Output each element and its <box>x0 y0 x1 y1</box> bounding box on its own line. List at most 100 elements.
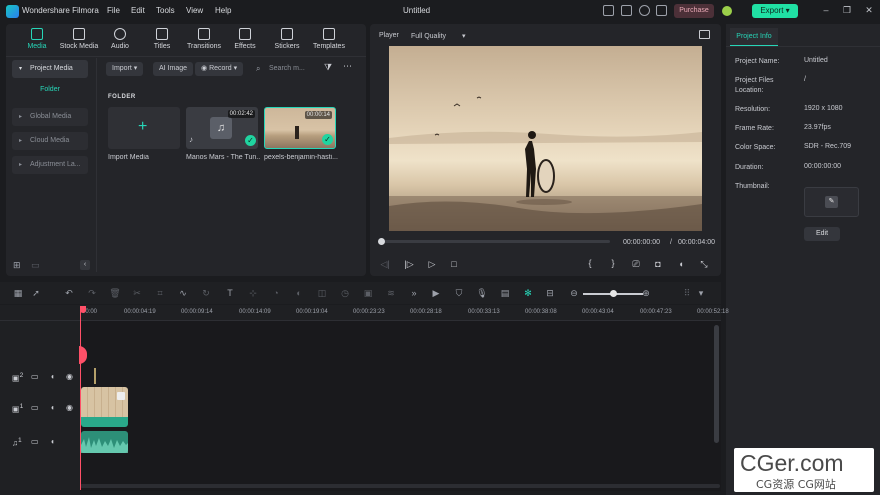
export-button[interactable]: Export ▾ <box>752 4 798 18</box>
media-item-audio[interactable]: ♫ ♪ 00:02:42 ✓ <box>186 107 258 149</box>
ai-image-button[interactable]: AI Image <box>153 62 194 76</box>
sidebar-item-global-media[interactable]: ▸ Global Media <box>12 108 88 126</box>
monitor-icon[interactable] <box>603 5 614 16</box>
timer-icon[interactable]: ◷ <box>339 288 351 299</box>
tab-effects[interactable]: Effects <box>222 28 268 50</box>
more-options-icon[interactable]: ⋯ <box>343 61 352 72</box>
play-icon[interactable]: ▷ <box>426 259 438 270</box>
sidebar-item-adjustment-layer[interactable]: ▸ Adjustment La... <box>12 156 88 174</box>
vertical-scrollbar[interactable] <box>714 325 719 443</box>
restore-icon[interactable]: ❐ <box>842 5 852 15</box>
volume-icon[interactable]: ◖ <box>50 403 55 412</box>
display-icon[interactable]: ⎚ <box>630 259 642 270</box>
tab-project-info[interactable]: Project Info <box>730 28 778 46</box>
snapshot-image-icon[interactable] <box>699 30 710 39</box>
tab-templates[interactable]: Templates <box>306 28 352 50</box>
speed-icon[interactable]: ◔ <box>270 288 282 298</box>
menu-help[interactable]: Help <box>215 6 231 15</box>
camera-icon[interactable]: ◘ <box>652 259 664 269</box>
media-item-video[interactable]: 00:00:14 ✓ <box>264 107 336 149</box>
progress-handle[interactable] <box>378 238 385 245</box>
zoom-in-icon[interactable]: ⊕ <box>640 288 652 299</box>
fullscreen-icon[interactable]: ⤡ <box>698 259 710 270</box>
tab-media[interactable]: Media <box>14 28 60 50</box>
timeline-ruler[interactable]: 00:00 00:00:04:19 00:00:09:14 00:00:14:0… <box>0 305 729 321</box>
chevron-down-icon[interactable]: ▾ <box>695 288 707 299</box>
folder-icon[interactable]: ▭ <box>31 437 39 446</box>
audio-stretch-icon[interactable]: ∿ <box>177 288 189 299</box>
playhead[interactable] <box>80 306 81 490</box>
tab-stickers[interactable]: Stickers <box>264 28 310 50</box>
tab-stock-media[interactable]: Stock Media <box>56 28 102 50</box>
eye-icon[interactable]: ◉ <box>66 403 73 412</box>
waveform-icon[interactable]: ≋ <box>385 288 397 299</box>
thumbnail-box[interactable]: ✎ <box>804 187 859 217</box>
mask-icon[interactable]: ◫ <box>316 288 328 299</box>
tab-titles[interactable]: Titles <box>139 28 185 50</box>
eye-icon[interactable]: ◉ <box>66 372 73 381</box>
snap-icon[interactable]: ✻ <box>522 288 534 299</box>
crop-icon[interactable]: ⌗ <box>154 288 166 299</box>
more-tools-icon[interactable]: » <box>408 288 420 298</box>
microphone-icon[interactable]: 🎙 <box>476 288 488 299</box>
delete-icon[interactable]: 🗑 <box>109 288 121 299</box>
volume-icon[interactable]: ◖ <box>50 437 55 446</box>
horizontal-scrollbar[interactable] <box>80 484 720 488</box>
mark-in-icon[interactable]: { <box>584 258 596 268</box>
playback-progress-bar[interactable] <box>380 240 610 243</box>
rotate-icon[interactable]: ↻ <box>200 288 212 299</box>
menu-file[interactable]: File <box>107 6 120 15</box>
menu-view[interactable]: View <box>186 6 203 15</box>
sidebar-item-cloud-media[interactable]: ▸ Cloud Media <box>12 132 88 150</box>
title-clip-marker[interactable] <box>94 368 96 384</box>
save-icon[interactable] <box>621 5 632 16</box>
mark-out-icon[interactable]: } <box>607 258 619 268</box>
zoom-out-icon[interactable]: ⊖ <box>568 288 580 299</box>
folder-icon[interactable]: ▭ <box>31 403 39 412</box>
new-folder-icon[interactable]: ⊞ <box>13 260 21 271</box>
text-icon[interactable]: T <box>224 288 236 298</box>
menu-tools[interactable]: Tools <box>156 6 175 15</box>
folder-icon[interactable]: ▭ <box>31 372 39 381</box>
minimize-icon[interactable]: – <box>821 5 831 15</box>
menu-edit[interactable]: Edit <box>131 6 145 15</box>
gift-icon[interactable] <box>656 5 667 16</box>
sidebar-item-project-media[interactable]: ▾ Project Media <box>12 60 88 78</box>
render-play-icon[interactable]: ▶ <box>430 288 442 299</box>
folder-icon[interactable]: ▭ <box>31 260 40 271</box>
filter-icon[interactable]: ⧩ <box>324 62 332 73</box>
sidebar-item-folder[interactable]: Folder <box>12 86 88 93</box>
color-icon[interactable]: ◐ <box>293 288 305 298</box>
cut-icon[interactable]: ✂ <box>131 288 143 299</box>
tab-audio[interactable]: Audio <box>97 28 143 50</box>
video-preview[interactable] <box>389 46 702 231</box>
step-forward-icon[interactable]: |▷ <box>403 259 415 270</box>
import-dropdown[interactable]: Import ▾ <box>106 62 144 76</box>
collapse-sidebar-icon[interactable]: ‹ <box>80 260 90 270</box>
purchase-button[interactable]: Purchase <box>674 4 714 18</box>
stabilize-icon[interactable]: ▣ <box>362 288 374 299</box>
shield-icon[interactable]: ⛉ <box>453 288 465 299</box>
edit-thumbnail-button[interactable]: Edit <box>804 227 840 241</box>
previous-frame-icon[interactable]: ◁| <box>379 259 391 270</box>
volume-icon[interactable]: ◖ <box>50 372 55 381</box>
import-media-card[interactable]: + <box>108 107 180 149</box>
undo-icon[interactable]: ↶ <box>63 288 75 299</box>
tab-transitions[interactable]: Transitions <box>181 28 227 50</box>
adjust-icon[interactable]: ⊹ <box>247 288 259 299</box>
zoom-slider-handle[interactable] <box>610 290 617 297</box>
timeline-tracks[interactable] <box>80 321 721 491</box>
cloud-icon[interactable] <box>639 5 650 16</box>
pip-icon[interactable]: ⊟ <box>544 288 556 299</box>
layout-icon[interactable]: ▦ <box>12 288 24 299</box>
video-clip[interactable] <box>81 387 128 427</box>
select-tool-icon[interactable]: ➚ <box>30 288 42 299</box>
search-input[interactable]: Search m... <box>269 65 305 72</box>
voiceover-icon[interactable]: ▤ <box>499 288 511 299</box>
stop-icon[interactable]: □ <box>448 259 460 269</box>
record-dropdown[interactable]: ◉ Record ▾ <box>195 62 244 76</box>
volume-icon[interactable]: ◖ <box>675 259 687 269</box>
audio-clip[interactable] <box>81 431 128 453</box>
redo-icon[interactable]: ↷ <box>86 288 98 299</box>
avatar[interactable] <box>722 6 732 16</box>
